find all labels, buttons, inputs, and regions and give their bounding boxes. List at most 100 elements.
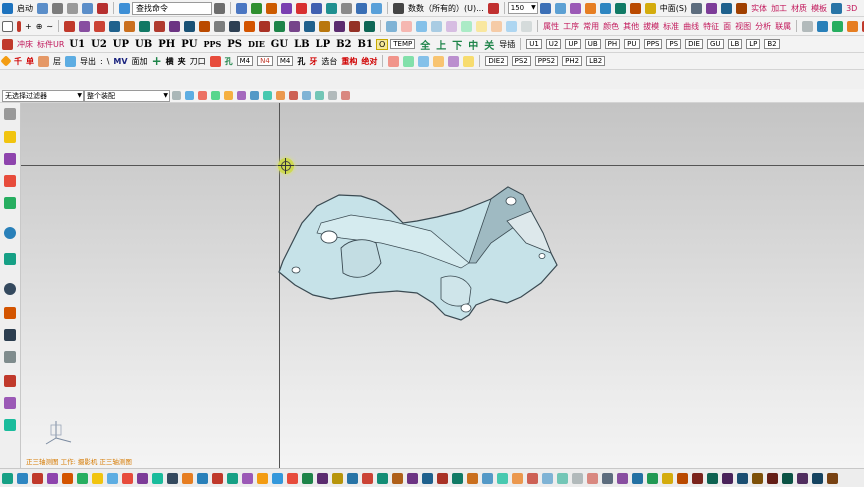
bottom-icon-40[interactable]	[587, 472, 598, 484]
bottom-icon-3[interactable]	[32, 472, 43, 484]
bottom-icon-51[interactable]	[752, 472, 763, 484]
bottom-icon-6[interactable]	[77, 472, 88, 484]
bottom-icon-32[interactable]	[467, 472, 478, 484]
roles-icon[interactable]	[4, 329, 16, 341]
tool-3d-label[interactable]: 3D	[844, 4, 859, 13]
snap-icon[interactable]	[266, 2, 277, 14]
right-code-die[interactable]: DIE	[685, 39, 703, 49]
bottom-icon-8[interactable]	[107, 472, 118, 484]
tool-face-add[interactable]: 面加	[130, 56, 150, 67]
hd3d-icon[interactable]	[4, 397, 16, 409]
tool-rebuild[interactable]: 重构	[339, 56, 359, 67]
right-code-up[interactable]: UP	[565, 39, 581, 49]
trace-icon[interactable]	[416, 20, 428, 32]
snap-point-icon[interactable]	[185, 91, 194, 100]
selection-scope-select[interactable]: 整个装配 ▼	[84, 89, 170, 102]
globe-icon[interactable]	[831, 2, 843, 14]
tool-hole[interactable]: 孔	[223, 56, 235, 67]
filter-icon[interactable]	[487, 2, 499, 14]
revolve-icon[interactable]	[371, 2, 382, 14]
code-ph[interactable]: PH	[155, 39, 178, 50]
tools-icon[interactable]	[691, 2, 703, 14]
text-icon[interactable]	[802, 20, 814, 32]
bottom-icon-43[interactable]	[632, 472, 643, 484]
diamond-icon[interactable]	[0, 55, 12, 67]
tool-machining-label[interactable]: 加工	[769, 3, 789, 14]
lights-icon[interactable]	[584, 2, 596, 14]
menu-face[interactable]: 面	[721, 21, 733, 32]
cn-close-button[interactable]: 关	[481, 37, 497, 52]
code-lp[interactable]: LP	[313, 39, 334, 50]
bottom-icon-26[interactable]	[377, 472, 388, 484]
right-code-lb[interactable]: LB	[727, 39, 743, 49]
code-b2[interactable]: B2	[333, 39, 354, 50]
bottom-icon-55[interactable]	[812, 472, 823, 484]
tool-absolute[interactable]: 绝对	[359, 56, 379, 67]
tool-mv[interactable]: MV	[111, 57, 129, 66]
punch-label[interactable]: 冲床	[15, 39, 35, 50]
midpoint-icon[interactable]	[211, 91, 220, 100]
tool-thousand[interactable]: 千	[12, 56, 24, 67]
assembly-icon[interactable]	[721, 2, 733, 14]
import-label[interactable]: 导插	[497, 39, 517, 50]
cylinder-icon[interactable]	[832, 20, 844, 32]
bottom-icon-15[interactable]	[212, 472, 223, 484]
bottom-icon-50[interactable]	[737, 472, 748, 484]
tool-icon-c[interactable]	[418, 55, 430, 67]
bottom-icon-44[interactable]	[647, 472, 658, 484]
measure-icon[interactable]	[629, 2, 641, 14]
tool-lb2[interactable]: LB2	[586, 56, 606, 66]
tool-icon-a[interactable]	[388, 55, 400, 67]
existing-point-icon[interactable]	[315, 91, 324, 100]
tool-colon[interactable]: :	[98, 57, 105, 66]
tool-m4-2[interactable]: M4	[276, 56, 294, 66]
thicken-icon[interactable]	[289, 20, 301, 32]
temp-button[interactable]: TEMP	[390, 39, 416, 49]
code-up[interactable]: UP	[110, 39, 132, 50]
sketch-icon[interactable]	[326, 2, 337, 14]
tool-knife-edge[interactable]: 刀口	[188, 56, 208, 67]
bottom-icon-7[interactable]	[92, 472, 103, 484]
window-icon[interactable]	[119, 2, 130, 14]
bottom-icon-22[interactable]	[317, 472, 328, 484]
clock-icon[interactable]	[4, 283, 16, 295]
bottom-icon-52[interactable]	[767, 472, 778, 484]
graphics-window[interactable]: 正三轴测图 工作: 摄影机 正三轴测图	[21, 103, 864, 468]
right-code-gu[interactable]: GU	[706, 39, 724, 49]
control-point-icon[interactable]	[224, 91, 233, 100]
bottom-icon-31[interactable]	[452, 472, 463, 484]
bottom-icon-23[interactable]	[332, 472, 343, 484]
code-pu[interactable]: PU	[178, 39, 200, 50]
bottom-icon-56[interactable]	[827, 472, 838, 484]
hole-icon[interactable]	[124, 20, 136, 32]
face-icon[interactable]	[521, 20, 533, 32]
menu-standard[interactable]: 标准	[661, 21, 681, 32]
bottom-icon-38[interactable]	[557, 472, 568, 484]
code-pps[interactable]: PPS	[200, 39, 224, 49]
revolve-feature-icon[interactable]	[79, 20, 91, 32]
menu-feature[interactable]: 特征	[701, 21, 721, 32]
plus-snap-icon[interactable]	[328, 91, 337, 100]
tool-die2[interactable]: DIE2	[485, 56, 508, 66]
right-code-pps[interactable]: PPS	[643, 39, 663, 49]
tool-export[interactable]: 导出	[78, 56, 98, 67]
bottom-icon-45[interactable]	[662, 472, 673, 484]
wrap-icon[interactable]	[446, 20, 458, 32]
spline-icon[interactable]: ∼	[44, 22, 55, 31]
tools-palette-icon[interactable]	[4, 375, 16, 387]
bottom-icon-9[interactable]	[122, 472, 133, 484]
code-u1[interactable]: U1	[66, 39, 88, 50]
history-icon[interactable]	[4, 253, 16, 265]
unite-icon[interactable]	[214, 20, 226, 32]
update-icon[interactable]	[476, 20, 488, 32]
pattern-icon[interactable]	[199, 20, 211, 32]
tool-icon-f[interactable]	[463, 55, 475, 67]
bottom-icon-36[interactable]	[527, 472, 538, 484]
code-u2[interactable]: U2	[88, 39, 110, 50]
new-sketch-icon[interactable]	[2, 20, 13, 32]
diamond-icon[interactable]	[2, 38, 13, 50]
tool-single[interactable]: 单	[24, 56, 36, 67]
tool-backslash[interactable]: \	[105, 57, 112, 66]
light-icon[interactable]	[644, 2, 656, 14]
blend-icon[interactable]	[94, 20, 106, 32]
